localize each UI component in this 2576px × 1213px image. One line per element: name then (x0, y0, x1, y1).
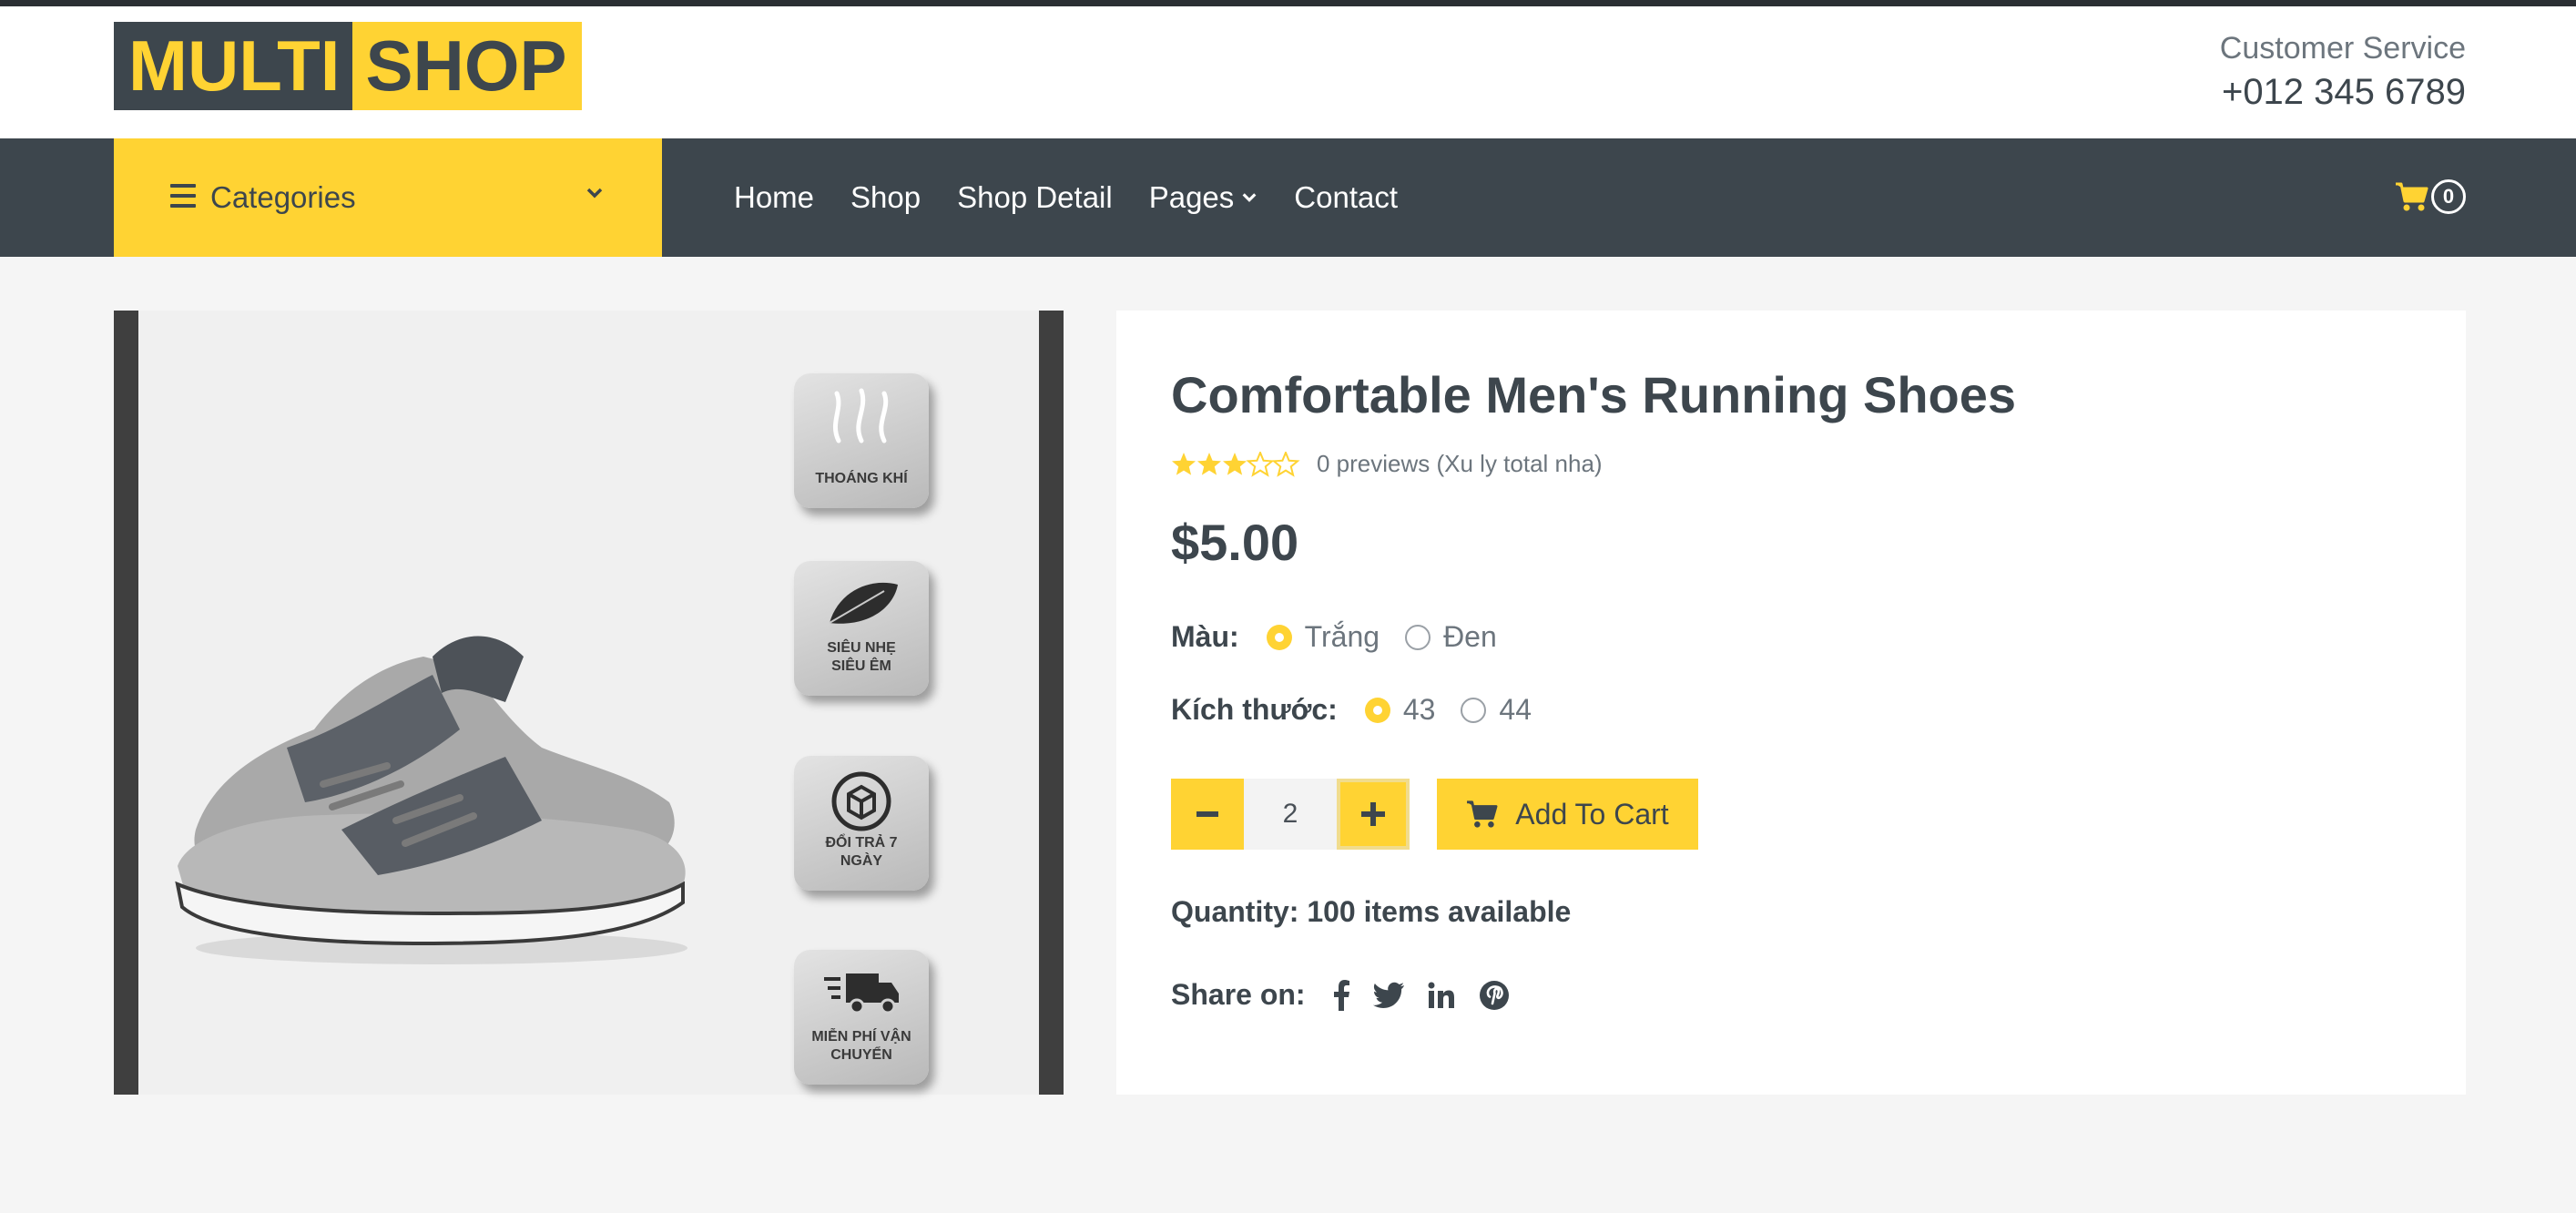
nav-home-label: Home (734, 180, 815, 214)
nav-shop-detail[interactable]: Shop Detail (957, 180, 1113, 215)
categories-label: Categories (210, 180, 356, 214)
site-header: MULTI SHOP Customer Service +012 345 678… (0, 6, 2576, 138)
customer-service: Customer Service +012 345 6789 (2220, 26, 2466, 114)
customer-service-label: Customer Service (2219, 31, 2466, 66)
radio-icon (1461, 697, 1487, 723)
brand-logo[interactable]: MULTI SHOP (114, 22, 582, 110)
quantity-stepper: 2 (1171, 779, 1410, 850)
nav-pages-label: Pages (1148, 180, 1235, 214)
product-info-panel: Comfortable Men's Running Shoes 0 previe… (1116, 311, 2466, 1095)
add-to-cart-label: Add To Cart (1515, 797, 1669, 831)
nav-shop-detail-label: Shop Detail (957, 180, 1113, 214)
image-border-right (1039, 311, 1064, 1095)
nav-home[interactable]: Home (734, 180, 814, 215)
radio-selected-icon (1364, 697, 1390, 723)
badge-return: ĐỔI TRẢ 7 NGÀY (794, 756, 929, 891)
size-option-44-label: 44 (1499, 693, 1532, 726)
share-label: Share on: (1171, 978, 1306, 1011)
color-option-white[interactable]: Trắng (1266, 620, 1380, 654)
badge-lightweight-caption: SIÊU NHẸ SIÊU ÊM (827, 640, 896, 674)
cart-icon (1467, 800, 1498, 828)
badge-breathable-caption: THOÁNG KHÍ (815, 471, 908, 486)
plus-icon (1361, 802, 1385, 826)
color-option-black-label: Đen (1443, 620, 1497, 653)
pinterest-icon[interactable] (1479, 980, 1510, 1011)
badge-breathable: THOÁNG KHÍ (794, 373, 929, 508)
customer-service-phone: +012 345 6789 (2221, 72, 2466, 112)
review-count: 0 previews (Xu ly total nha) (1317, 450, 1603, 477)
size-option-43[interactable]: 43 (1364, 693, 1436, 727)
size-option-43-label: 43 (1402, 693, 1436, 726)
return-box-icon (831, 771, 891, 831)
radio-icon (1405, 624, 1431, 650)
badge-free-shipping-caption: MIỄN PHÍ VẬN CHUYỂN (811, 1029, 911, 1063)
nav-menu: Home Shop Shop Detail Pages Contact (734, 138, 1434, 257)
radio-selected-icon (1266, 624, 1292, 650)
add-to-cart-button[interactable]: Add To Cart (1437, 779, 1698, 850)
cart-icon (2396, 182, 2428, 211)
chevron-down-icon (1242, 193, 1257, 202)
nav-contact[interactable]: Contact (1294, 180, 1398, 215)
nav-pages[interactable]: Pages (1149, 180, 1258, 215)
product-price: $5.00 (1171, 514, 1299, 571)
quantity-decrease-button[interactable] (1171, 779, 1244, 850)
rating: 0 previews (Xu ly total nha) (1171, 450, 1603, 478)
feather-icon (829, 582, 898, 624)
product-image: THOÁNG KHÍ SIÊU NHẸ SIÊU ÊM ĐỔI TRẢ 7 NG… (114, 311, 1064, 1095)
badge-lightweight: SIÊU NHẸ SIÊU ÊM (794, 561, 929, 696)
rating-stars-icon (1172, 451, 1298, 476)
main-navbar: Categories Home Shop Shop Detail Pages C… (0, 138, 2576, 257)
twitter-icon[interactable] (1372, 982, 1404, 1009)
airflow-icon (832, 388, 889, 443)
color-label: Màu: (1171, 620, 1239, 653)
color-option-white-label: Trắng (1304, 620, 1380, 653)
minus-icon (1196, 811, 1218, 817)
facebook-icon[interactable] (1333, 979, 1349, 1011)
cart-button[interactable]: 0 (2395, 179, 2466, 214)
size-option-44[interactable]: 44 (1461, 693, 1532, 727)
truck-icon (824, 973, 899, 1014)
menu-icon (170, 184, 196, 208)
share-section: Share on: (1171, 978, 1533, 1012)
image-border-left (114, 311, 138, 1095)
size-label: Kích thước: (1171, 693, 1338, 726)
nav-shop[interactable]: Shop (850, 180, 921, 215)
size-options: Kích thước: 43 44 (1171, 693, 1557, 727)
badge-return-caption: ĐỔI TRẢ 7 NGÀY (825, 835, 898, 869)
quantity-increase-button[interactable] (1337, 779, 1410, 850)
nav-shop-label: Shop (850, 180, 921, 214)
nav-contact-label: Contact (1294, 180, 1399, 214)
categories-toggle[interactable]: Categories (114, 138, 662, 257)
linkedin-icon[interactable] (1428, 982, 1455, 1009)
brand-part1: MULTI (114, 22, 353, 110)
brand-part2: SHOP (352, 22, 582, 110)
badge-free-shipping: MIỄN PHÍ VẬN CHUYỂN (794, 950, 929, 1085)
top-border (0, 0, 2576, 6)
chevron-down-icon (586, 188, 603, 199)
color-options: Màu: Trắng Đen (1171, 620, 1522, 654)
color-option-black[interactable]: Đen (1405, 620, 1497, 654)
cart-count-badge: 0 (2431, 179, 2466, 214)
product-title: Comfortable Men's Running Shoes (1171, 366, 2017, 423)
quantity-input[interactable]: 2 (1244, 779, 1337, 850)
stock-availability: Quantity: 100 items available (1171, 895, 1572, 928)
shoe-image (175, 636, 687, 964)
